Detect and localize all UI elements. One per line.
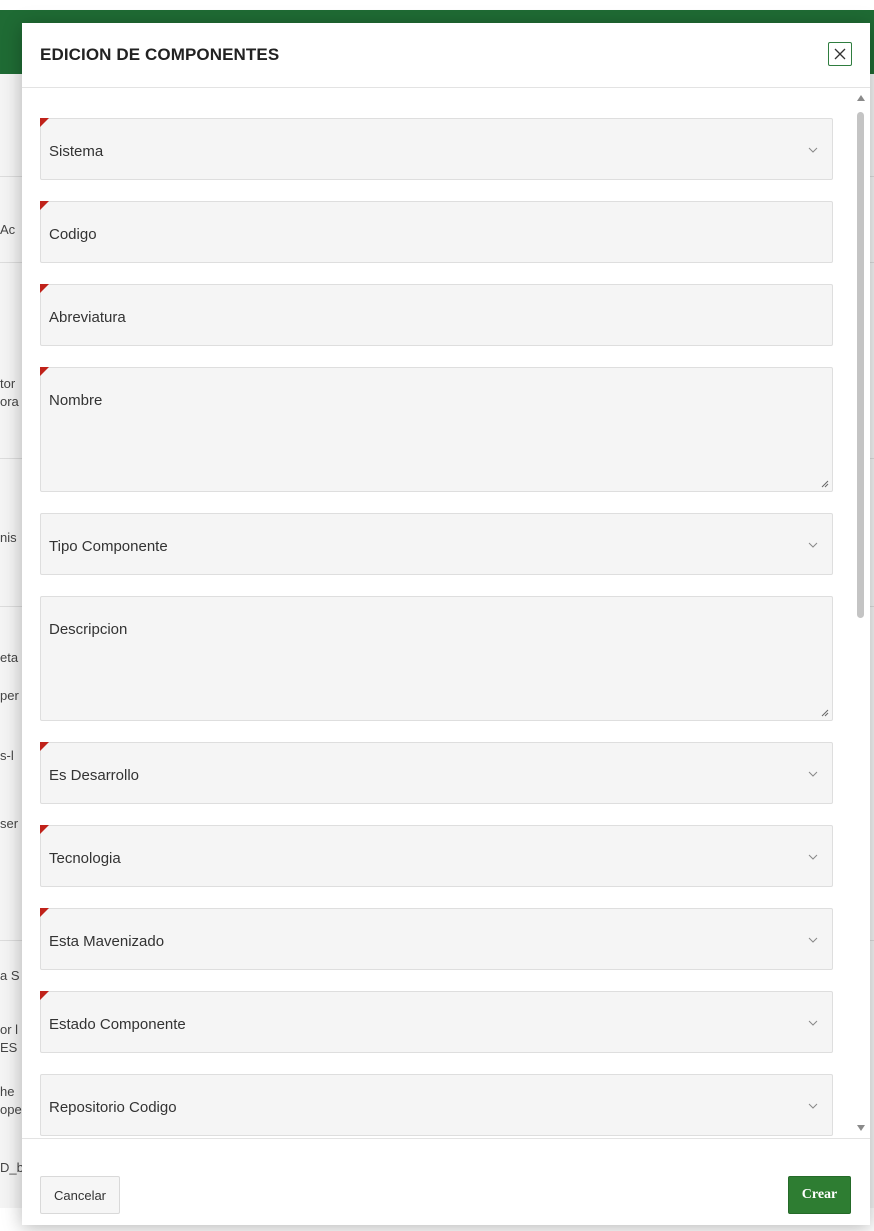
dialog-title: EDICION DE COMPONENTES xyxy=(40,45,280,64)
codigo-field[interactable]: Codigo xyxy=(40,201,833,263)
required-marker xyxy=(40,991,49,1000)
chevron-down-icon xyxy=(808,147,818,153)
dialog-footer: Cancelar Crear xyxy=(22,1138,870,1226)
required-marker xyxy=(40,908,49,917)
abreviatura-label: Abreviatura xyxy=(49,309,126,326)
scroll-up-arrow-icon[interactable] xyxy=(856,94,866,102)
descripcion-label: Descripcion xyxy=(49,621,128,638)
repositorio-codigo-select[interactable]: Repositorio Codigo xyxy=(40,1074,833,1136)
codigo-label: Codigo xyxy=(49,226,97,243)
chevron-down-icon xyxy=(808,1020,818,1026)
create-button[interactable]: Crear xyxy=(788,1176,851,1214)
es-desarrollo-label: Es Desarrollo xyxy=(49,767,140,784)
estado-componente-select[interactable]: Estado Componente xyxy=(40,991,833,1053)
chevron-down-icon xyxy=(808,937,818,943)
esta-mavenizado-select[interactable]: Esta Mavenizado xyxy=(40,908,833,970)
chevron-down-icon xyxy=(808,542,818,548)
chevron-down-icon xyxy=(808,1103,818,1109)
tecnologia-select[interactable]: Tecnologia xyxy=(40,825,833,887)
close-icon xyxy=(834,48,846,60)
dialog-body[interactable]: Sistema Codigo Abreviatura Nombre Tipo C… xyxy=(22,88,870,1138)
esta-mavenizado-label: Esta Mavenizado xyxy=(49,933,165,950)
abreviatura-field[interactable]: Abreviatura xyxy=(40,284,833,346)
tipo-componente-label: Tipo Componente xyxy=(49,538,168,555)
scrollbar-thumb[interactable] xyxy=(857,112,864,618)
resize-grip-icon[interactable] xyxy=(821,480,829,488)
nombre-textarea[interactable]: Nombre xyxy=(40,367,833,492)
sistema-select[interactable]: Sistema xyxy=(40,118,833,180)
required-marker xyxy=(40,284,49,293)
required-marker xyxy=(40,118,49,127)
scrollbar[interactable] xyxy=(856,88,866,1138)
required-marker xyxy=(40,825,49,834)
sistema-label: Sistema xyxy=(49,143,104,160)
resize-grip-icon[interactable] xyxy=(821,709,829,717)
nombre-label: Nombre xyxy=(49,392,103,409)
chevron-down-icon xyxy=(808,771,818,777)
dialog-header: EDICION DE COMPONENTES xyxy=(22,23,870,88)
estado-componente-label: Estado Componente xyxy=(49,1016,186,1033)
required-marker xyxy=(40,367,49,376)
repositorio-codigo-label: Repositorio Codigo xyxy=(49,1099,177,1116)
cancel-button[interactable]: Cancelar xyxy=(40,1176,120,1214)
tecnologia-label: Tecnologia xyxy=(49,850,121,867)
tipo-componente-select[interactable]: Tipo Componente xyxy=(40,513,833,575)
edit-components-dialog: EDICION DE COMPONENTES Sistema Codigo Ab… xyxy=(22,23,870,1225)
es-desarrollo-select[interactable]: Es Desarrollo xyxy=(40,742,833,804)
chevron-down-icon xyxy=(808,854,818,860)
close-button[interactable] xyxy=(828,42,852,66)
required-marker xyxy=(40,201,49,210)
required-marker xyxy=(40,742,49,751)
scroll-down-arrow-icon[interactable] xyxy=(856,1124,866,1132)
descripcion-textarea[interactable]: Descripcion xyxy=(40,596,833,721)
